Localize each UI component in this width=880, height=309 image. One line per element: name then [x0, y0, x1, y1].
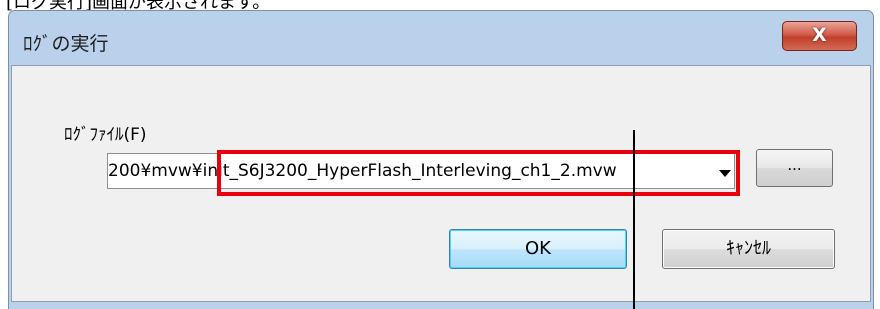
browse-button[interactable]: ...	[756, 149, 833, 187]
close-icon: X	[812, 24, 827, 46]
close-button[interactable]: X	[782, 21, 857, 51]
callout-line	[633, 130, 635, 309]
dialog-title: ﾛｸﾞの実行	[23, 33, 109, 55]
log-file-label: ﾛｸﾞﾌｧｲﾙ(F)	[64, 125, 147, 145]
ok-button[interactable]: OK	[449, 229, 627, 269]
dialog-body: ﾛｸﾞﾌｧｲﾙ(F) 200¥mvw¥init_S6J3200_HyperFla…	[11, 65, 871, 302]
highlight-box	[217, 150, 740, 196]
cancel-button[interactable]: ｷｬﾝｾﾙ	[662, 229, 835, 269]
log-execute-dialog: ﾛｸﾞの実行 X ﾛｸﾞﾌｧｲﾙ(F) 200¥mvw¥init_S6J3200…	[8, 10, 874, 309]
